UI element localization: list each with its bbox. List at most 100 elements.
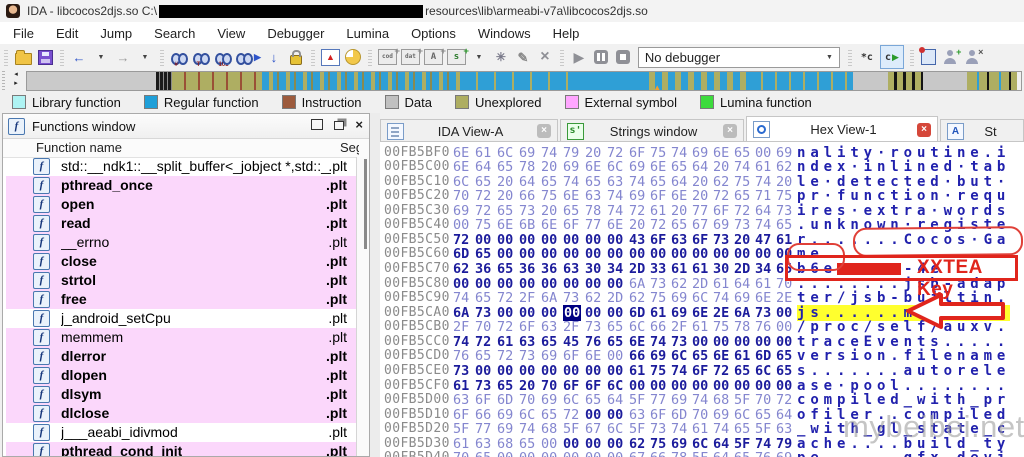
hex-byte[interactable]: 64 bbox=[713, 450, 729, 457]
function-name[interactable]: dlopen bbox=[61, 367, 107, 383]
tab-ida-view-a[interactable]: IDA View-A × bbox=[380, 119, 558, 142]
menu-item-lumina[interactable]: Lumina bbox=[335, 26, 400, 41]
function-name[interactable]: strtol bbox=[61, 272, 96, 288]
debugger-selector[interactable]: No debugger ▼ bbox=[637, 46, 840, 68]
function-row[interactable]: open .plt bbox=[6, 195, 357, 214]
hex-row[interactable]: 00FB5CF0 61 73 65 20 70 6F 6F 6C 00 00 00 00 00 00 00 00… bbox=[380, 378, 1024, 394]
function-row[interactable]: pthread_cond_init .plt bbox=[6, 442, 357, 456]
column-function-name[interactable]: Function name bbox=[36, 140, 122, 155]
hex-row[interactable]: 00FB5C00 6E 64 65 78 20 69 6E 6C 69 6E 65 64 20 74 61 62… bbox=[380, 159, 1024, 175]
search-immediate-button[interactable]: 101 bbox=[214, 47, 232, 68]
menu-item-jump[interactable]: Jump bbox=[89, 26, 143, 41]
tab-strings-window[interactable]: Strings window × bbox=[560, 119, 744, 142]
function-name[interactable]: pthread_cond_init bbox=[61, 443, 182, 456]
function-name[interactable]: j_android_setCpu bbox=[61, 310, 171, 326]
tab-close-icon[interactable]: × bbox=[917, 122, 931, 137]
hex-row[interactable]: 00FB5D00 63 6F 6D 70 69 6C 65 64 5F 77 69 74 68 5F 70 72… bbox=[380, 392, 1024, 408]
functions-scrollbar[interactable] bbox=[356, 157, 369, 456]
hex-byte[interactable]: 00 bbox=[607, 450, 623, 457]
jump-forward-button[interactable]: → bbox=[114, 47, 132, 67]
jump-down-button[interactable]: ↓ bbox=[265, 47, 283, 67]
function-row[interactable]: dlclose .plt bbox=[6, 404, 357, 423]
desktop-notes-button[interactable] bbox=[919, 47, 938, 67]
float-button[interactable] bbox=[334, 121, 345, 130]
tab-hex-view-1[interactable]: Hex View-1 × bbox=[746, 116, 938, 142]
hex-byte[interactable]: 00 bbox=[563, 450, 579, 457]
menu-item-view[interactable]: View bbox=[206, 26, 256, 41]
hex-byte[interactable]: 00 bbox=[519, 450, 535, 457]
function-row[interactable]: std::__ndk1::__split_buffer<_jobject *,s… bbox=[6, 157, 357, 176]
menu-item-search[interactable]: Search bbox=[143, 26, 206, 41]
close-button[interactable]: × bbox=[355, 118, 363, 131]
menu-item-help[interactable]: Help bbox=[542, 26, 591, 41]
function-name[interactable]: dlerror bbox=[61, 348, 106, 364]
debug-pause-button[interactable] bbox=[592, 47, 610, 67]
functions-window-titlebar[interactable]: Functions window × bbox=[3, 114, 369, 139]
function-row[interactable]: j___aeabi_idivmod .plt bbox=[6, 423, 357, 442]
hex-byte[interactable]: 00 bbox=[541, 450, 557, 457]
open-file-button[interactable] bbox=[14, 47, 32, 67]
hex-byte[interactable]: 70 bbox=[453, 450, 469, 457]
function-name[interactable]: pthread_once bbox=[61, 177, 153, 193]
function-row[interactable]: j_android_setCpu .plt bbox=[6, 309, 357, 328]
run-to-cursor-button[interactable]: c ▶ bbox=[879, 45, 904, 69]
function-row[interactable]: read .plt bbox=[6, 214, 357, 233]
jump-back-history-button[interactable]: ▼ bbox=[92, 47, 110, 67]
hex-byte[interactable]: 00 bbox=[585, 450, 601, 457]
add-breakpoint-user-button[interactable]: + bbox=[942, 47, 961, 67]
function-name[interactable]: __errno bbox=[61, 234, 109, 250]
function-row[interactable]: dlopen .plt bbox=[6, 366, 357, 385]
attach-process-button[interactable]: *c bbox=[858, 47, 876, 67]
search-binary-button[interactable]: ▶ bbox=[236, 47, 261, 67]
function-row[interactable]: memmem .plt bbox=[6, 328, 357, 347]
edit-segment-button[interactable]: ✎ bbox=[514, 47, 532, 67]
hex-row[interactable]: 00FB5CD0 76 65 72 73 69 6F 6E 00 66 69 6C 65 6E 61 6D 65… bbox=[380, 348, 1024, 364]
function-name[interactable]: free bbox=[61, 291, 87, 307]
function-name[interactable]: dlclose bbox=[61, 405, 109, 421]
navband-grip[interactable] bbox=[2, 71, 5, 90]
jump-back-button[interactable]: ← bbox=[70, 47, 88, 67]
function-row[interactable]: pthread_once .plt bbox=[6, 176, 357, 195]
hex-row[interactable]: 00FB5C10 6C 65 20 64 65 74 65 63 74 65 64 20 62 75 74 20… bbox=[380, 174, 1024, 190]
functions-column-header[interactable]: Function name Segm bbox=[3, 139, 369, 158]
menu-item-edit[interactable]: Edit bbox=[45, 26, 89, 41]
highlight-lock-button[interactable] bbox=[287, 47, 305, 67]
hex-row[interactable]: 00FB5C20 70 72 20 66 75 6E 63 74 69 6F 6E 20 72 65 71 75… bbox=[380, 188, 1024, 204]
hex-ascii[interactable]: pe......gfx_devi bbox=[797, 450, 1010, 457]
maximize-button[interactable] bbox=[311, 119, 324, 130]
time-overview-button[interactable] bbox=[344, 47, 362, 67]
function-row[interactable]: dlerror .plt bbox=[6, 347, 357, 366]
hex-byte[interactable]: 66 bbox=[650, 450, 666, 457]
column-segment[interactable]: Segm bbox=[340, 140, 359, 155]
delete-item-button[interactable]: × bbox=[536, 47, 554, 67]
panel-splitter[interactable] bbox=[370, 113, 380, 457]
menu-item-file[interactable]: File bbox=[2, 26, 45, 41]
function-name[interactable]: std::__ndk1::__split_buffer<_jobject *,s… bbox=[61, 158, 331, 174]
make-code-button[interactable]: cod + bbox=[377, 47, 400, 67]
make-name-button[interactable]: A + bbox=[423, 47, 446, 67]
hex-byte[interactable]: 5F bbox=[692, 450, 708, 457]
make-string-button[interactable]: s + bbox=[446, 47, 469, 67]
debug-start-button[interactable]: ▶ bbox=[570, 47, 588, 67]
hex-byte[interactable]: 78 bbox=[671, 450, 687, 457]
tab-close-icon[interactable]: × bbox=[537, 124, 551, 138]
hex-row[interactable]: 00FB5D4070 65 00 00 00 00 00 00 67 66 78 5F 64 65 76 69… bbox=[380, 450, 1024, 457]
tab-st[interactable]: St bbox=[940, 119, 1024, 142]
scrollbar-thumb[interactable] bbox=[364, 159, 367, 249]
function-name[interactable]: open bbox=[61, 196, 94, 212]
make-string-options-button[interactable]: ▼ bbox=[470, 47, 488, 67]
remove-breakpoint-user-button[interactable]: × bbox=[964, 47, 983, 67]
menu-item-windows[interactable]: Windows bbox=[467, 26, 542, 41]
function-name[interactable]: dlsym bbox=[61, 386, 101, 402]
search-text-button[interactable]: T bbox=[192, 47, 210, 68]
hex-byte[interactable]: 76 bbox=[755, 450, 771, 457]
make-data-button[interactable]: dat + bbox=[400, 47, 423, 67]
function-row[interactable]: dlsym .plt bbox=[6, 385, 357, 404]
menu-item-options[interactable]: Options bbox=[400, 26, 467, 41]
function-row[interactable]: free .plt bbox=[6, 290, 357, 309]
hex-byte[interactable]: 69 bbox=[776, 450, 792, 457]
function-row[interactable]: close .plt bbox=[6, 252, 357, 271]
hex-byte[interactable]: 65 bbox=[734, 450, 750, 457]
hex-row[interactable]: 00FB5BF0 6E 61 6C 69 74 79 20 72 6F 75 74 69 6E 65 00 69… bbox=[380, 145, 1024, 161]
hex-row[interactable]: 00FB5CC0 74 72 61 63 65 45 76 65 6E 74 73 00 00 00 00 00… bbox=[380, 334, 1024, 350]
